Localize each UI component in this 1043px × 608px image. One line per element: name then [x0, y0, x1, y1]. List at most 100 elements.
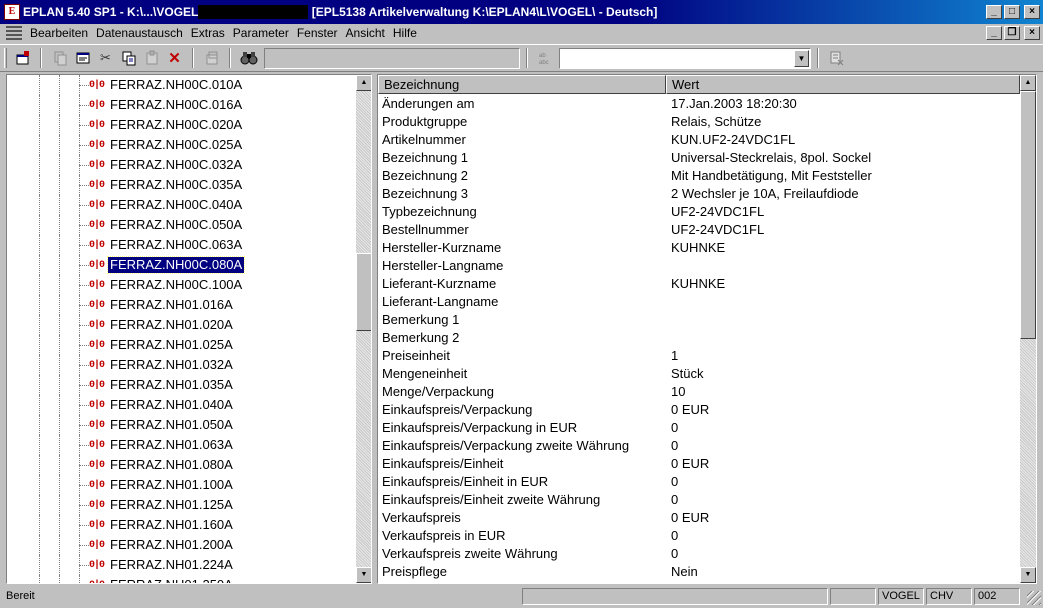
list-row[interactable]: Mengeneinheit Stück	[378, 365, 1020, 383]
tree-item-label[interactable]: FERRAZ.NH01.125A	[108, 497, 235, 513]
tree-item-label[interactable]: FERRAZ.NH00C.050A	[108, 217, 244, 233]
scroll-down-icon[interactable]: ▼	[356, 567, 371, 583]
tree-item-label[interactable]: FERRAZ.NH00C.035A	[108, 177, 244, 193]
list-row[interactable]: Verkaufspreis 0 EUR	[378, 509, 1020, 527]
menu-ansicht[interactable]: Ansicht	[342, 26, 389, 40]
tree-item[interactable]: 0|0 FERRAZ.NH01.040A	[7, 395, 356, 415]
tree-item-label[interactable]: FERRAZ.NH00C.016A	[108, 97, 244, 113]
paste-icon[interactable]	[140, 47, 163, 69]
properties-icon[interactable]	[71, 47, 94, 69]
tree-item-label[interactable]: FERRAZ.NH01.224A	[108, 557, 235, 573]
list-row[interactable]: Verkaufspreis zweite Währung 0	[378, 545, 1020, 563]
mdi-close-button[interactable]: ×	[1024, 26, 1040, 40]
list-row[interactable]: Artikelnummer KUN.UF2-24VDC1FL	[378, 131, 1020, 149]
list-row[interactable]: Preispflege Nein	[378, 563, 1020, 581]
article-tree[interactable]: 0|0 FERRAZ.NH00C.010A 0|0 FERRAZ.NH00C.016A…	[7, 75, 356, 583]
column-header-bezeichnung[interactable]: Bezeichnung	[378, 75, 666, 94]
list-row[interactable]: Bemerkung 2	[378, 329, 1020, 347]
tree-item[interactable]: 0|0 FERRAZ.NH01.063A	[7, 435, 356, 455]
tree-item[interactable]: 0|0 FERRAZ.NH00C.025A	[7, 135, 356, 155]
maximize-button[interactable]: □	[1004, 5, 1020, 19]
close-button[interactable]: ×	[1024, 5, 1040, 19]
scroll-down-icon[interactable]: ▼	[1020, 567, 1036, 583]
abc-search-icon[interactable]: ab abc	[534, 47, 557, 69]
tree-item-label[interactable]: FERRAZ.NH00C.032A	[108, 157, 244, 173]
list-row[interactable]: Einkaufspreis/Einheit zweite Währung 0	[378, 491, 1020, 509]
tree-item[interactable]: 0|0 FERRAZ.NH01.224A	[7, 555, 356, 575]
tree-item-label[interactable]: FERRAZ.NH01.250A	[108, 577, 235, 583]
list-row[interactable]: Einkaufspreis/Verpackung 0 EUR	[378, 401, 1020, 419]
tree-item[interactable]: 0|0 FERRAZ.NH01.016A	[7, 295, 356, 315]
menu-bearbeiten[interactable]: Bearbeiten	[26, 26, 92, 40]
eplan-logo-icon[interactable]: E	[4, 4, 20, 20]
list-row[interactable]: Bezeichnung 3 2 Wechsler je 10A, Freilauf…	[378, 185, 1020, 203]
list-row[interactable]: Menge/Verpackung 10	[378, 383, 1020, 401]
column-header-wert[interactable]: Wert	[666, 75, 1020, 94]
tree-item-label[interactable]: FERRAZ.NH00C.063A	[108, 237, 244, 253]
list-row[interactable]: Hersteller-Kurzname KUHNKE	[378, 239, 1020, 257]
tree-item-label[interactable]: FERRAZ.NH00C.020A	[108, 117, 244, 133]
list-row[interactable]: Bemerkung 1	[378, 311, 1020, 329]
tree-item-label[interactable]: FERRAZ.NH00C.040A	[108, 197, 244, 213]
properties-list[interactable]: Änderungen am 17.Jan.2003 18:20:30 Produkt…	[378, 95, 1020, 581]
tree-item[interactable]: 0|0 FERRAZ.NH00C.050A	[7, 215, 356, 235]
list-row[interactable]: Änderungen am 17.Jan.2003 18:20:30	[378, 95, 1020, 113]
copy-page-icon[interactable]	[48, 47, 71, 69]
document-menu-icon[interactable]	[6, 26, 22, 40]
tree-item[interactable]: 0|0 FERRAZ.NH01.160A	[7, 515, 356, 535]
tree-item-label[interactable]: FERRAZ.NH01.025A	[108, 337, 235, 353]
list-row[interactable]: Bestellnummer UF2-24VDC1FL	[378, 221, 1020, 239]
mdi-restore-button[interactable]: ❐	[1004, 26, 1020, 40]
list-row[interactable]: Einkaufspreis/Einheit 0 EUR	[378, 455, 1020, 473]
cut-icon[interactable]: ✂	[94, 47, 117, 69]
tree-item-label[interactable]: FERRAZ.NH01.035A	[108, 377, 235, 393]
list-row[interactable]: Hersteller-Langname	[378, 257, 1020, 275]
list-row[interactable]: Lieferant-Kurzname KUHNKE	[378, 275, 1020, 293]
tree-item[interactable]: 0|0 FERRAZ.NH01.125A	[7, 495, 356, 515]
tree-item-label[interactable]: FERRAZ.NH01.063A	[108, 437, 235, 453]
export-icon[interactable]	[200, 47, 223, 69]
scroll-up-icon[interactable]: ▲	[1020, 75, 1036, 91]
tree-item[interactable]: 0|0 FERRAZ.NH01.032A	[7, 355, 356, 375]
new-window-icon[interactable]	[11, 47, 34, 69]
tree-item-label[interactable]: FERRAZ.NH01.080A	[108, 457, 235, 473]
tree-item-label[interactable]: FERRAZ.NH01.160A	[108, 517, 235, 533]
menu-fenster[interactable]: Fenster	[293, 26, 342, 40]
tree-item-label[interactable]: FERRAZ.NH01.016A	[108, 297, 235, 313]
list-row[interactable]: Einkaufspreis/Verpackung zweite Währung 0	[378, 437, 1020, 455]
tree-item[interactable]: 0|0 FERRAZ.NH01.200A	[7, 535, 356, 555]
search-field[interactable]	[264, 47, 520, 69]
tree-item[interactable]: 0|0 FERRAZ.NH00C.035A	[7, 175, 356, 195]
tree-item-label[interactable]: FERRAZ.NH00C.080A	[106, 256, 246, 274]
list-row[interactable]: Bezeichnung 1 Universal-Steckrelais, 8pol…	[378, 149, 1020, 167]
title-bar[interactable]: E EPLAN 5.40 SP1 - K:\...\VOGEL [EPL5138…	[0, 0, 1043, 24]
tree-item-label[interactable]: FERRAZ.NH01.032A	[108, 357, 235, 373]
list-scrollbar[interactable]: ▲ ▼	[1020, 75, 1036, 583]
tree-item[interactable]: 0|0 FERRAZ.NH01.100A	[7, 475, 356, 495]
tree-item-label[interactable]: FERRAZ.NH00C.010A	[108, 77, 244, 93]
tree-item-label[interactable]: FERRAZ.NH01.200A	[108, 537, 235, 553]
tree-item[interactable]: 0|0 FERRAZ.NH01.020A	[7, 315, 356, 335]
tree-item-label[interactable]: FERRAZ.NH01.020A	[108, 317, 235, 333]
tree-item[interactable]: 0|0 FERRAZ.NH01.025A	[7, 335, 356, 355]
menu-datenaustausch[interactable]: Datenaustausch	[92, 26, 187, 40]
menu-extras[interactable]: Extras	[187, 26, 229, 40]
tree-item[interactable]: 0|0FERRAZ.NH01.250A	[7, 575, 356, 583]
binoculars-icon[interactable]	[237, 47, 260, 69]
list-row[interactable]: Lieferant-Langname	[378, 293, 1020, 311]
chevron-down-icon[interactable]: ▼	[794, 49, 809, 67]
copy-icon[interactable]	[117, 47, 140, 69]
tree-item[interactable]: 0|0 FERRAZ.NH01.080A	[7, 455, 356, 475]
tree-item[interactable]: 0|0 FERRAZ.NH00C.020A	[7, 115, 356, 135]
tree-item[interactable]: 0|0 FERRAZ.NH00C.040A	[7, 195, 356, 215]
list-row[interactable]: Verkaufspreis in EUR 0	[378, 527, 1020, 545]
search-combo[interactable]: ▼	[559, 47, 811, 69]
minimize-button[interactable]: _	[986, 5, 1002, 19]
tree-item[interactable]: 0|0 FERRAZ.NH01.050A	[7, 415, 356, 435]
toolbar-grip[interactable]	[4, 48, 7, 68]
menu-parameter[interactable]: Parameter	[229, 26, 293, 40]
tree-item[interactable]: 0|0 FERRAZ.NH01.035A	[7, 375, 356, 395]
tree-item[interactable]: 0|0 FERRAZ.NH00C.016A	[7, 95, 356, 115]
list-row[interactable]: Produktgruppe Relais, Schütze	[378, 113, 1020, 131]
menu-hilfe[interactable]: Hilfe	[389, 26, 421, 40]
